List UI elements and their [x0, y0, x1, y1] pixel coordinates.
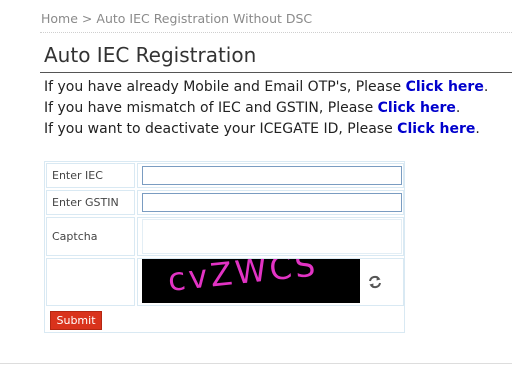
submit-button[interactable]: Submit	[50, 311, 102, 330]
info-line-deactivate-suffix: .	[475, 121, 480, 137]
info-line-mismatch-suffix: .	[455, 100, 461, 116]
breadcrumb: Home > Auto IEC Registration Without DSC	[41, 11, 312, 26]
captcha-image-text: cvZWCS	[166, 259, 320, 299]
breadcrumb-current: Auto IEC Registration Without DSC	[96, 11, 313, 26]
info-line-otp-text: If you have already Mobile and Email OTP…	[44, 79, 406, 95]
info-line-deactivate-text: If you want to deactivate your ICEGATE I…	[44, 121, 398, 137]
gstin-input[interactable]	[142, 193, 402, 212]
breadcrumb-divider	[40, 32, 512, 33]
mismatch-click-here-link[interactable]: Click here	[378, 100, 456, 116]
info-line-otp-suffix: .	[483, 79, 489, 95]
title-divider	[40, 72, 512, 73]
info-line-mismatch-text: If you have mismatch of IEC and GSTIN, P…	[44, 100, 378, 116]
captcha-label: Captcha	[46, 217, 135, 256]
footer-divider	[0, 363, 512, 364]
captcha-image: cvZWCS	[142, 259, 360, 303]
iec-label: Enter IEC	[46, 163, 135, 188]
captcha-empty-cell	[46, 258, 135, 306]
captcha-input[interactable]	[142, 219, 402, 254]
iec-input[interactable]	[142, 166, 402, 185]
page-title: Auto IEC Registration	[44, 43, 257, 67]
info-line-deactivate: If you want to deactivate your ICEGATE I…	[44, 121, 480, 137]
info-line-mismatch: If you have mismatch of IEC and GSTIN, P…	[44, 100, 460, 116]
deactivate-click-here-link[interactable]: Click here	[397, 121, 475, 137]
otp-click-here-link[interactable]: Click here	[406, 79, 484, 95]
refresh-icon[interactable]	[367, 274, 383, 290]
info-line-otp: If you have already Mobile and Email OTP…	[44, 79, 488, 95]
breadcrumb-separator: >	[81, 11, 93, 26]
gstin-label: Enter GSTIN	[46, 190, 135, 215]
breadcrumb-home-link[interactable]: Home	[41, 11, 78, 26]
